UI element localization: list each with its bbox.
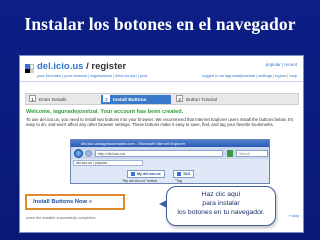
tag-toolbar-button: TAG <box>173 170 195 178</box>
step-install-buttons[interactable]: 2 Install Buttons <box>101 95 171 104</box>
callout-line-3: los botones en tu navegador. <box>177 209 265 216</box>
step-enter-details[interactable]: 1 Enter Details <box>29 95 66 104</box>
logo-suffix: / register <box>83 61 127 72</box>
tag-icon <box>177 171 181 176</box>
step-number: 3 <box>176 95 183 102</box>
toolbar-button-label: My del.icio.us <box>137 172 161 176</box>
step-number: 1 <box>29 95 36 102</box>
account-nav[interactable]: logged in as lagunadejosetzal | settings… <box>202 73 297 78</box>
skip-link[interactable]: » skip <box>289 213 299 218</box>
site-logo[interactable]: del.icio.us / register <box>37 61 126 72</box>
slide-title: Instalar los botones en el navegador <box>24 14 296 34</box>
logo-text: del.icio.us <box>37 61 84 72</box>
step-label: Button Tutorial <box>186 98 217 103</box>
back-icon <box>74 149 83 158</box>
user-nav[interactable]: your favorites | your network | tags/opt… <box>37 73 147 78</box>
go-icon <box>227 150 233 157</box>
callout-line-1: Haz clic aquí <box>201 191 241 198</box>
step-label: Enter Details <box>39 98 67 103</box>
toolbar-button-label: TAG <box>183 172 191 176</box>
step-number: 2 <box>103 95 110 102</box>
top-links[interactable]: popular | recent <box>266 62 297 67</box>
instructions-text: To use del.icio.us, you need to install … <box>26 117 294 128</box>
instruction-callout: Haz clic aquí para instalar los botones … <box>166 186 276 226</box>
screenshot-panel: del.icio.us / register popular | recent … <box>19 55 304 233</box>
delicious-icon <box>131 171 135 176</box>
browser-titlebar: del.icio.us/tag/bookmarks.com - Microsof… <box>71 140 269 147</box>
my-delicious-toolbar-button: My del.icio.us <box>127 170 165 178</box>
browser-search-box: Search <box>236 150 268 157</box>
welcome-message: Welcome, lagunadejosetzal. Your account … <box>26 109 184 115</box>
browser-preview: del.icio.us/tag/bookmarks.com - Microsof… <box>70 139 270 184</box>
step-label: Install Buttons <box>113 98 147 103</box>
forward-icon <box>85 150 92 157</box>
my-delicious-caption: "My del.icio.us" button <box>122 179 158 183</box>
site-header: del.icio.us / register popular | recent … <box>20 56 303 90</box>
tag-caption: "Tag <box>175 179 183 183</box>
registration-steps: 1 Enter Details 2 Install Buttons 3 Button … <box>25 93 299 105</box>
install-buttons-now-button[interactable]: Install Buttons Now » <box>25 194 125 210</box>
footer-note: when the installer successfully complete… <box>26 216 97 220</box>
callout-line-2: para instalar <box>202 200 240 207</box>
step-button-tutorial[interactable]: 3 Button Tutorial <box>176 95 217 104</box>
browser-tab: del.icio.us / popular <box>73 160 143 166</box>
delicious-logo-icon <box>25 64 34 73</box>
header-divider <box>20 81 303 82</box>
address-bar: http://del.icio.us/ <box>95 150 223 157</box>
